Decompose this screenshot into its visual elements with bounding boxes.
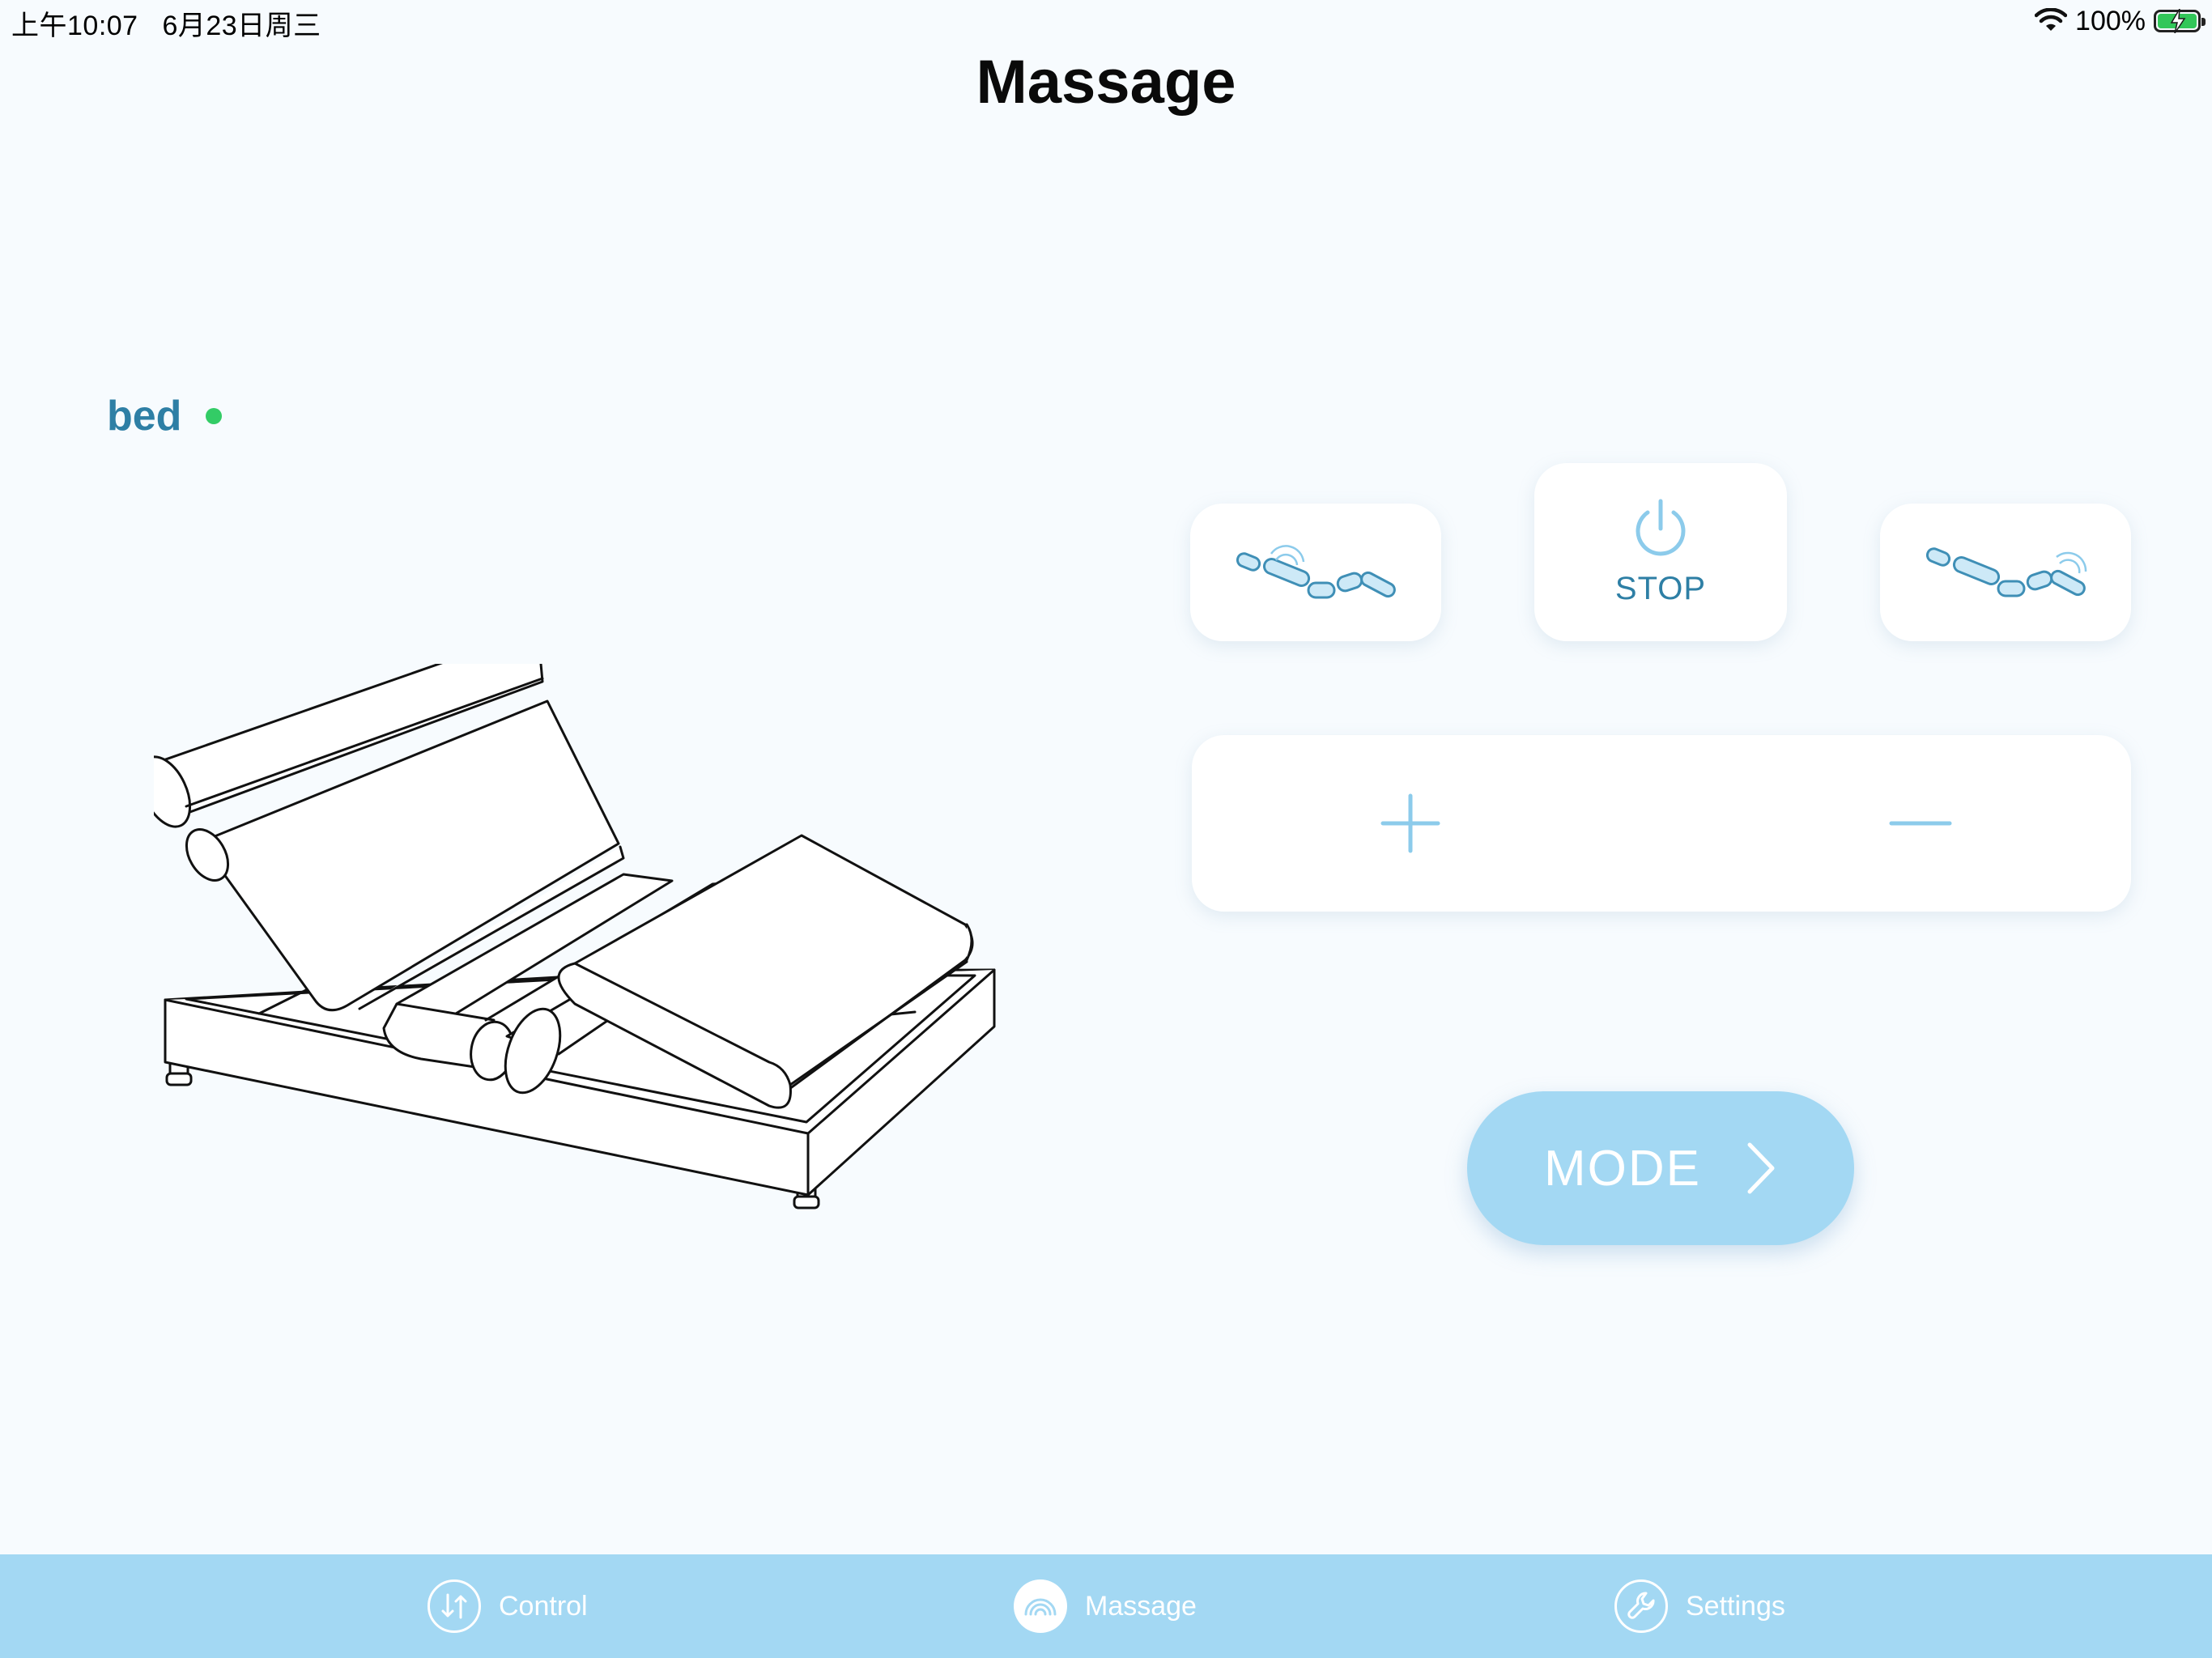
minus-icon bbox=[1889, 821, 1952, 826]
control-icon bbox=[428, 1579, 481, 1633]
foot-massage-icon bbox=[1925, 547, 2087, 597]
wrench-icon bbox=[1614, 1579, 1668, 1633]
plus-icon bbox=[1380, 793, 1440, 853]
tab-settings-label: Settings bbox=[1686, 1590, 1785, 1622]
tab-massage[interactable]: Massage bbox=[1014, 1554, 1197, 1658]
tab-settings[interactable]: Settings bbox=[1614, 1554, 1785, 1658]
tab-massage-label: Massage bbox=[1085, 1590, 1197, 1622]
adjustable-bed-illustration bbox=[154, 664, 996, 1209]
status-bar-datetime: 上午10:07 6月23日周三 bbox=[11, 3, 321, 43]
page-title: Massage bbox=[976, 48, 1236, 117]
mode-label: MODE bbox=[1544, 1140, 1701, 1197]
head-massage-icon bbox=[1236, 545, 1396, 599]
connection-status-dot bbox=[206, 408, 223, 424]
increase-intensity-button[interactable] bbox=[1370, 783, 1451, 864]
stop-label: STOP bbox=[1614, 570, 1707, 606]
massage-icon bbox=[1014, 1579, 1067, 1633]
status-date: 6月23日周三 bbox=[162, 11, 321, 41]
battery-icon bbox=[2154, 9, 2206, 33]
chevron-right-icon bbox=[1747, 1142, 1775, 1194]
tab-control[interactable]: Control bbox=[428, 1554, 588, 1658]
tab-bar: Control Massage Settings bbox=[0, 1554, 2212, 1658]
intensity-control bbox=[1192, 735, 2131, 912]
status-bar-indicators: 100% bbox=[2035, 3, 2206, 39]
battery-percent: 100% bbox=[2075, 5, 2146, 36]
device-indicator: bed bbox=[107, 392, 223, 440]
decrease-intensity-button[interactable] bbox=[1880, 783, 1961, 864]
device-name: bed bbox=[107, 393, 182, 440]
mode-button[interactable]: MODE bbox=[1467, 1091, 1854, 1245]
wifi-icon bbox=[2035, 8, 2068, 31]
power-icon bbox=[1636, 499, 1686, 555]
tab-control-label: Control bbox=[499, 1590, 588, 1622]
head-massage-button[interactable] bbox=[1190, 504, 1441, 641]
foot-massage-button[interactable] bbox=[1880, 504, 2131, 641]
status-time: 上午10:07 bbox=[11, 11, 138, 41]
stop-button[interactable]: STOP bbox=[1534, 463, 1787, 641]
